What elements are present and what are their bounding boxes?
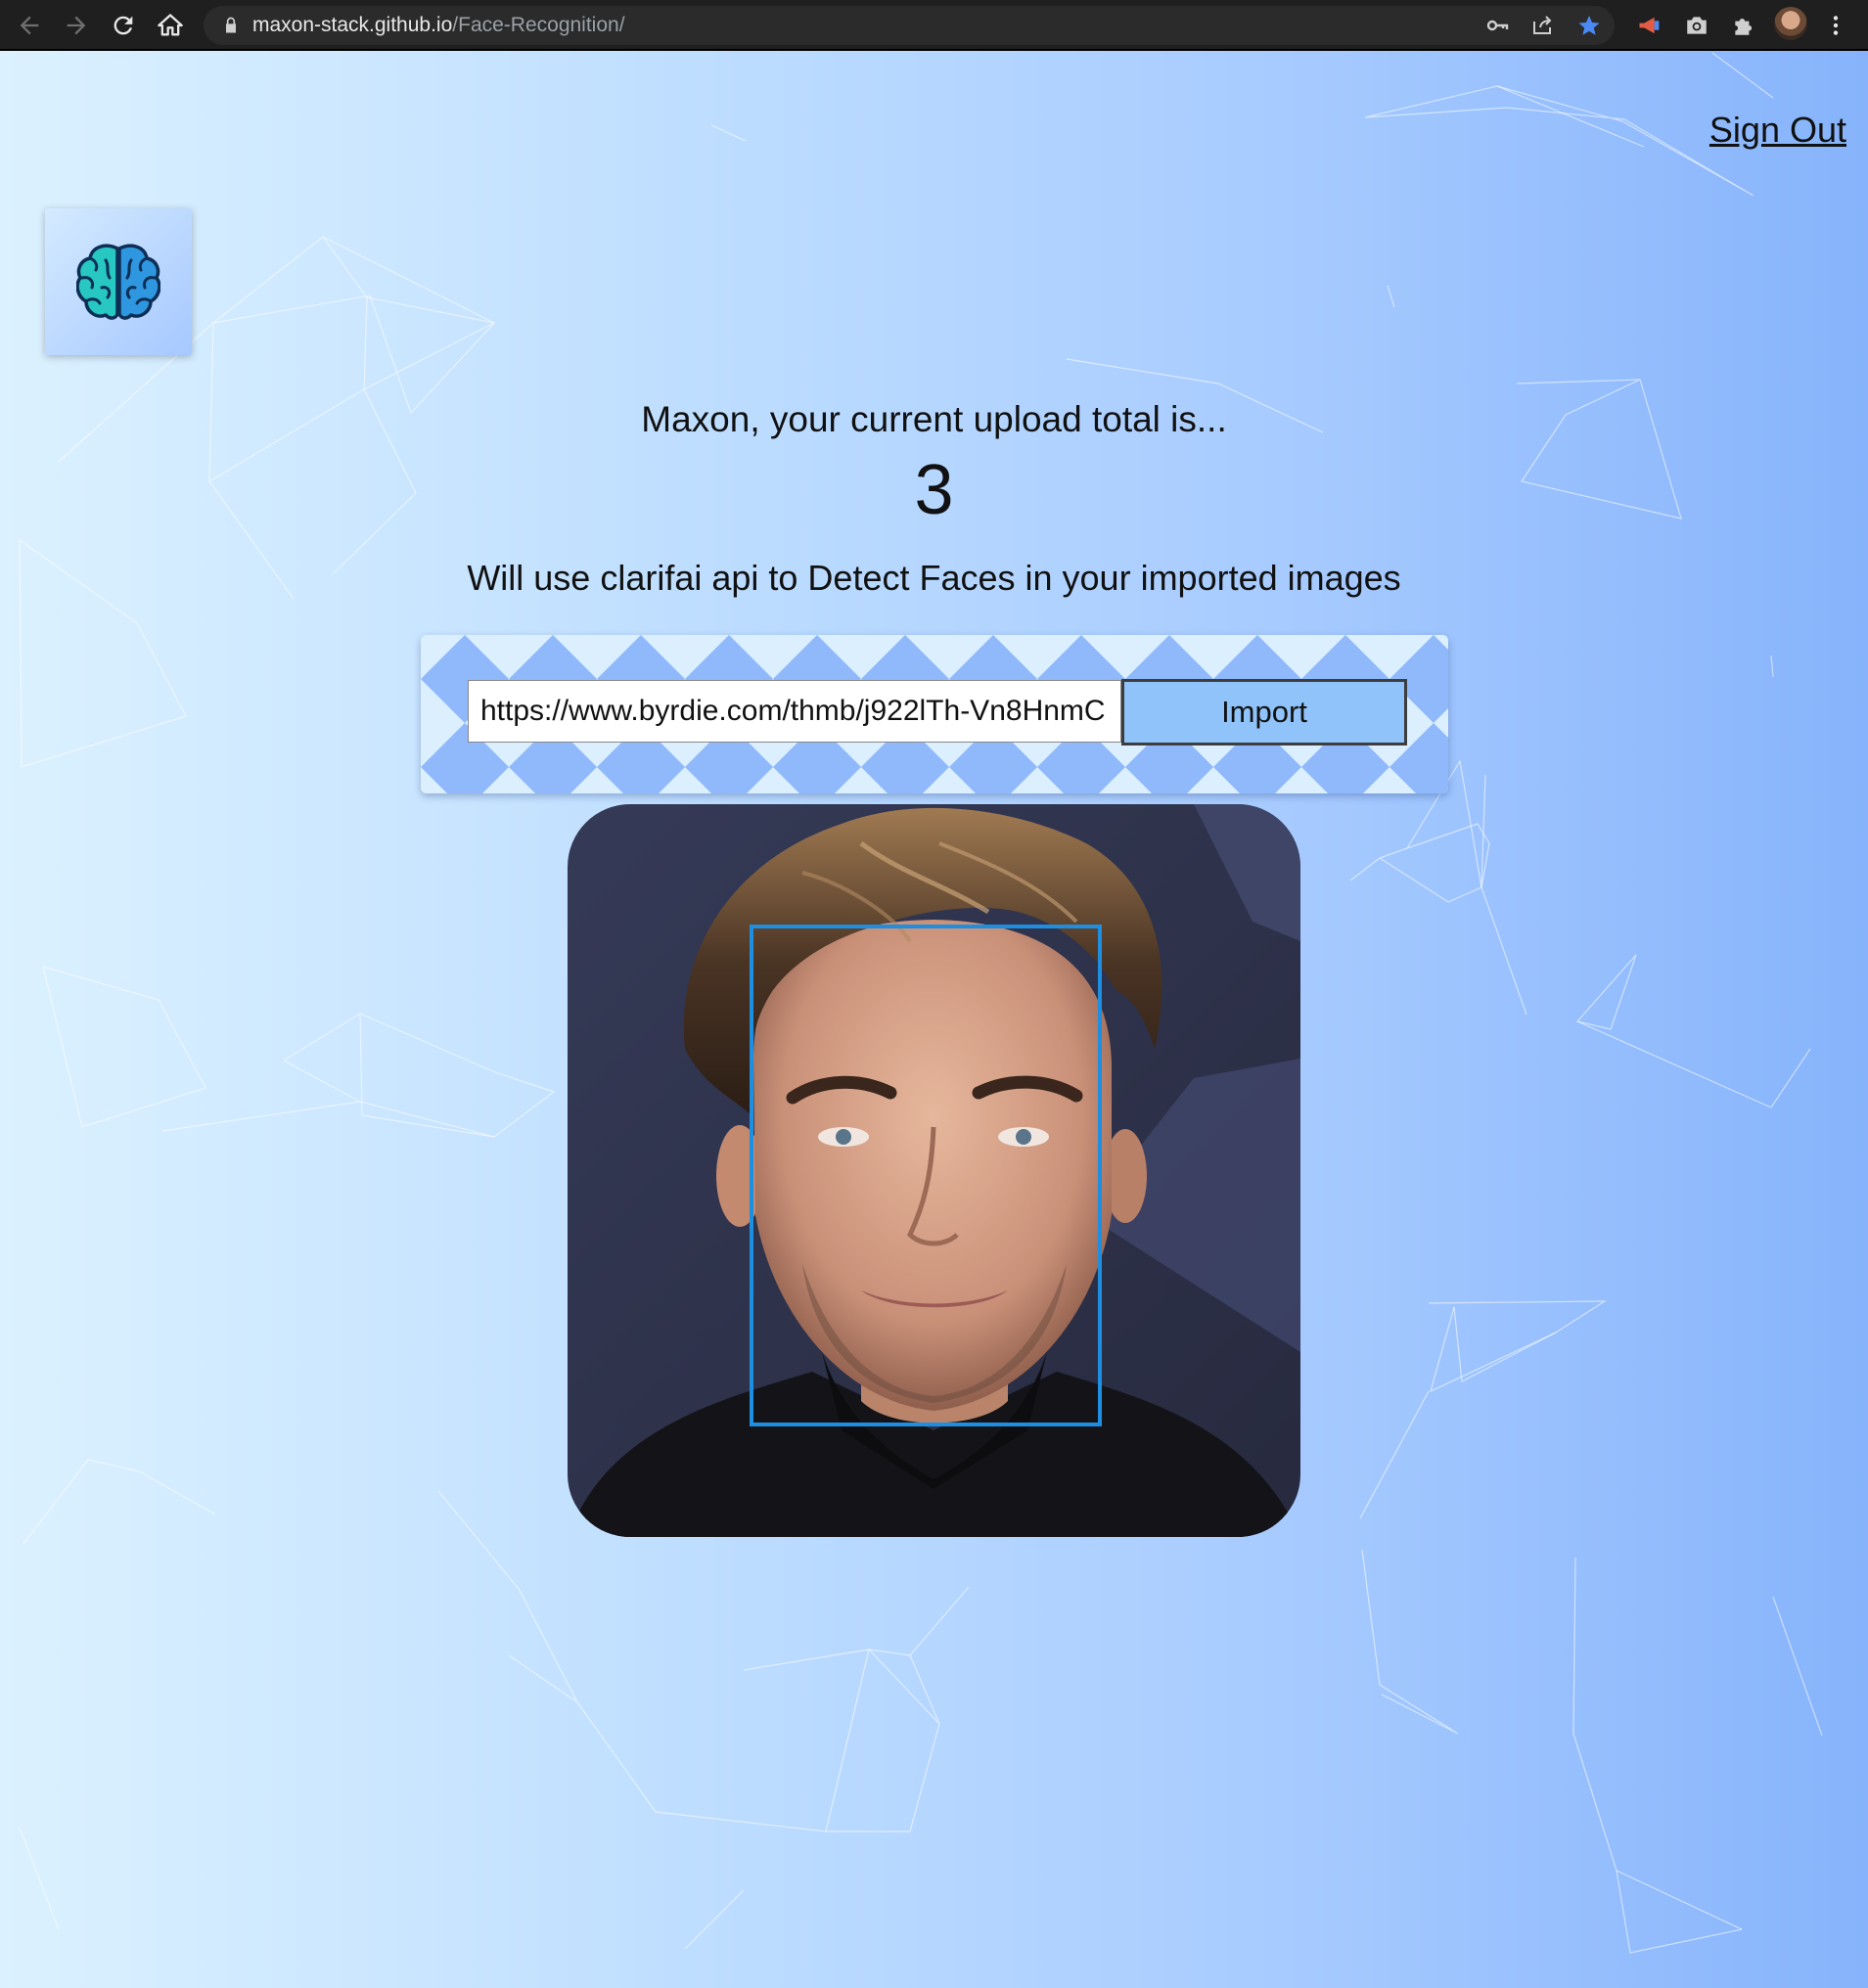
share-icon[interactable] [1530,14,1554,37]
home-icon[interactable] [153,8,188,43]
puzzle-icon[interactable] [1728,10,1759,41]
back-icon[interactable] [12,8,47,43]
face-bounding-box [750,925,1102,1426]
url-path: /Face-Recognition/ [452,14,625,36]
reload-icon[interactable] [106,8,141,43]
megaphone-icon[interactable] [1634,10,1665,41]
camera-icon[interactable] [1681,10,1712,41]
sign-out-link[interactable]: Sign Out [1709,110,1846,151]
more-vert-icon[interactable] [1820,10,1851,41]
upload-count: 3 [914,451,954,529]
key-icon[interactable] [1485,14,1509,37]
detected-face-image [568,804,1300,1537]
avatar[interactable] [1774,7,1807,40]
star-icon[interactable] [1577,14,1601,37]
forward-icon[interactable] [59,8,94,43]
address-bar[interactable]: maxon-stack.github.io/Face-Recognition/ [204,6,1615,45]
upload-greeting: Maxon, your current upload total is... [641,399,1227,439]
page-subtitle: Will use clarifai api to Detect Faces in… [467,558,1401,598]
url-host: maxon-stack.github.io [252,14,453,36]
brain-icon [76,244,160,320]
lock-icon[interactable] [221,16,241,35]
import-button[interactable]: Import [1121,679,1407,746]
app-page: Sign Out Maxon, your current upload tota… [0,51,1868,1988]
image-url-form: Import [421,635,1448,793]
browser-toolbar: maxon-stack.github.io/Face-Recognition/ [0,0,1868,51]
url-text[interactable]: maxon-stack.github.io/Face-Recognition/ [252,6,625,45]
logo[interactable] [45,208,192,355]
image-url-input[interactable] [468,680,1121,743]
